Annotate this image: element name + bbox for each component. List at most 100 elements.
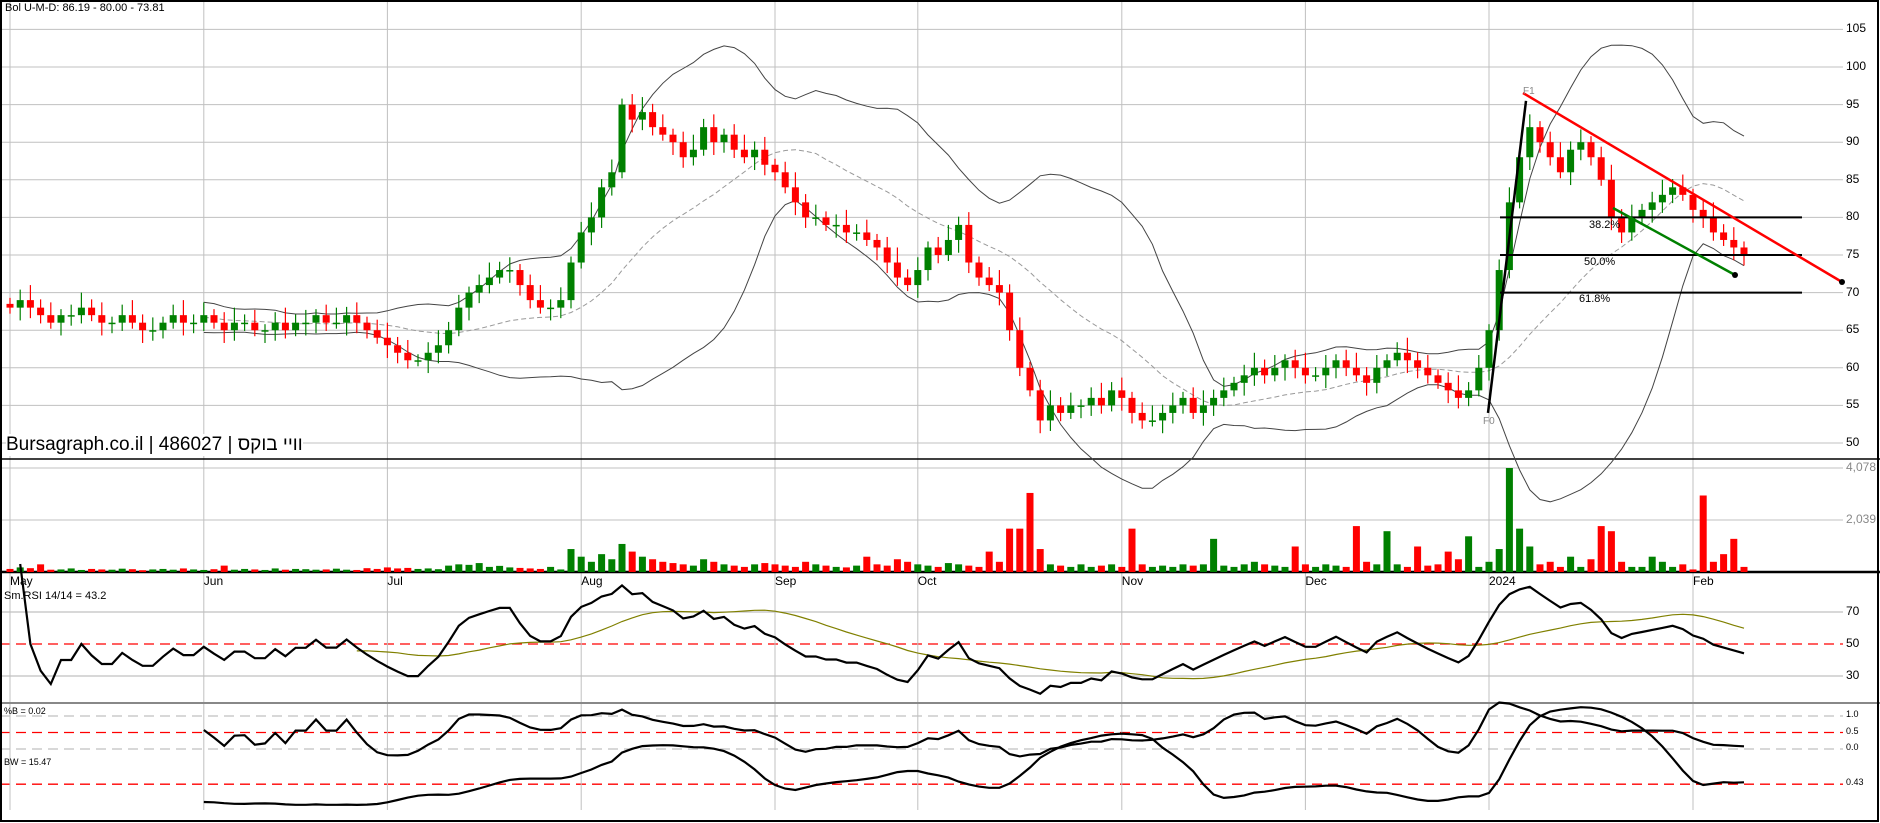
volume-bar: [1424, 565, 1432, 572]
volume-bar: [475, 563, 483, 572]
bw-tick-label: 0.43: [1846, 777, 1864, 788]
volume-bar: [1373, 564, 1381, 572]
candle-body: [1087, 397, 1095, 406]
month-label: Feb: [1693, 574, 1714, 588]
candle-body: [1230, 382, 1238, 391]
candle-body: [1607, 179, 1615, 218]
candle-body: [1597, 157, 1605, 180]
candle-body: [1689, 194, 1697, 210]
candle-body: [1138, 412, 1146, 421]
volume-bar: [995, 561, 1003, 572]
candle-body: [1424, 367, 1432, 376]
volume-bar: [251, 569, 259, 572]
chart-canvas: [0, 0, 1880, 822]
candle-body: [292, 322, 300, 331]
volume-bar: [710, 561, 718, 572]
candle-body: [679, 142, 687, 158]
pctb-tick-label: 0.0: [1846, 742, 1859, 752]
volume-bar: [628, 551, 636, 572]
candle-body: [1322, 367, 1330, 376]
volume-bar: [230, 569, 238, 572]
volume-bar: [47, 569, 55, 572]
candle-body: [842, 224, 850, 233]
volume-bar: [985, 551, 993, 572]
volume-bar: [608, 559, 616, 572]
volume-bar: [1658, 561, 1666, 572]
volume-bar: [1271, 565, 1279, 572]
fib-swing-line: [1486, 100, 1528, 414]
candle-body: [1210, 397, 1218, 406]
volume-bar: [526, 568, 534, 572]
volume-bar: [506, 567, 514, 572]
candle-body: [1332, 360, 1340, 368]
volume-bar: [1414, 546, 1422, 572]
volume-bar: [516, 567, 524, 572]
volume-bar: [1006, 528, 1014, 572]
price-tick-label: 105: [1846, 21, 1867, 36]
candle-body: [241, 322, 249, 325]
month-label: 2024: [1489, 574, 1516, 588]
volume-bar: [1210, 538, 1218, 572]
fib-500-label: 50.0%: [1584, 256, 1616, 268]
candle-body: [465, 292, 473, 308]
volume-bar: [1577, 566, 1585, 572]
volume-bar: [1485, 561, 1493, 572]
candle-body: [251, 322, 259, 331]
candle-body: [608, 172, 616, 188]
candle-body: [649, 112, 657, 128]
volume-bar: [26, 568, 34, 572]
candle-body: [955, 224, 963, 240]
volume-bar: [1230, 566, 1238, 572]
candle-body: [1638, 209, 1646, 218]
candle-body: [781, 172, 789, 188]
candle-body: [343, 315, 351, 323]
volume-bar: [720, 564, 728, 572]
candle-body: [618, 104, 626, 173]
candle-body: [57, 315, 65, 323]
candle-body: [975, 262, 983, 278]
candle-body: [47, 315, 55, 323]
candle-body: [710, 127, 718, 143]
volume-bar: [1597, 526, 1605, 572]
candle-body: [1189, 397, 1197, 413]
volume-bar: [128, 569, 136, 572]
candle-body: [496, 270, 504, 278]
bw-label: BW = 15.47: [4, 757, 52, 767]
volume-bar: [975, 566, 983, 572]
candle-body: [1281, 360, 1289, 368]
volume-bar: [1526, 546, 1534, 572]
volume-bar: [924, 565, 932, 572]
candle-body: [6, 303, 14, 308]
volume-bar: [108, 569, 116, 572]
candle-body: [108, 322, 116, 325]
candle-body: [1475, 367, 1483, 391]
candle-body: [190, 322, 198, 325]
volume-bar: [1454, 559, 1462, 572]
candle-body: [404, 352, 412, 361]
pctb-tick-label: 0.5: [1846, 725, 1859, 736]
candle-body: [98, 315, 106, 323]
volume-bar: [1628, 566, 1636, 572]
volume-bar: [751, 564, 759, 572]
pctb-label: %B = 0.02: [4, 706, 46, 716]
volume-bar: [649, 559, 657, 572]
candle-body: [547, 307, 555, 310]
candle-body: [1057, 405, 1065, 413]
candle-body: [526, 285, 534, 301]
volume-bar: [1250, 561, 1258, 572]
candle-body: [995, 285, 1003, 293]
volume-bar: [1118, 566, 1126, 572]
month-label: May: [10, 574, 33, 588]
volume-bar: [1434, 564, 1442, 572]
candle-body: [1261, 367, 1269, 376]
fib-f1-label: F1: [1523, 86, 1535, 97]
candle-body: [281, 322, 289, 331]
candle-body: [414, 360, 422, 362]
candle-body: [1118, 390, 1126, 398]
volume-bar: [1567, 556, 1575, 572]
volume-bar: [1587, 559, 1595, 572]
candle-body: [1097, 397, 1105, 406]
candle-body: [536, 300, 544, 308]
volume-bar: [1189, 565, 1197, 572]
candle-body: [1067, 405, 1075, 413]
